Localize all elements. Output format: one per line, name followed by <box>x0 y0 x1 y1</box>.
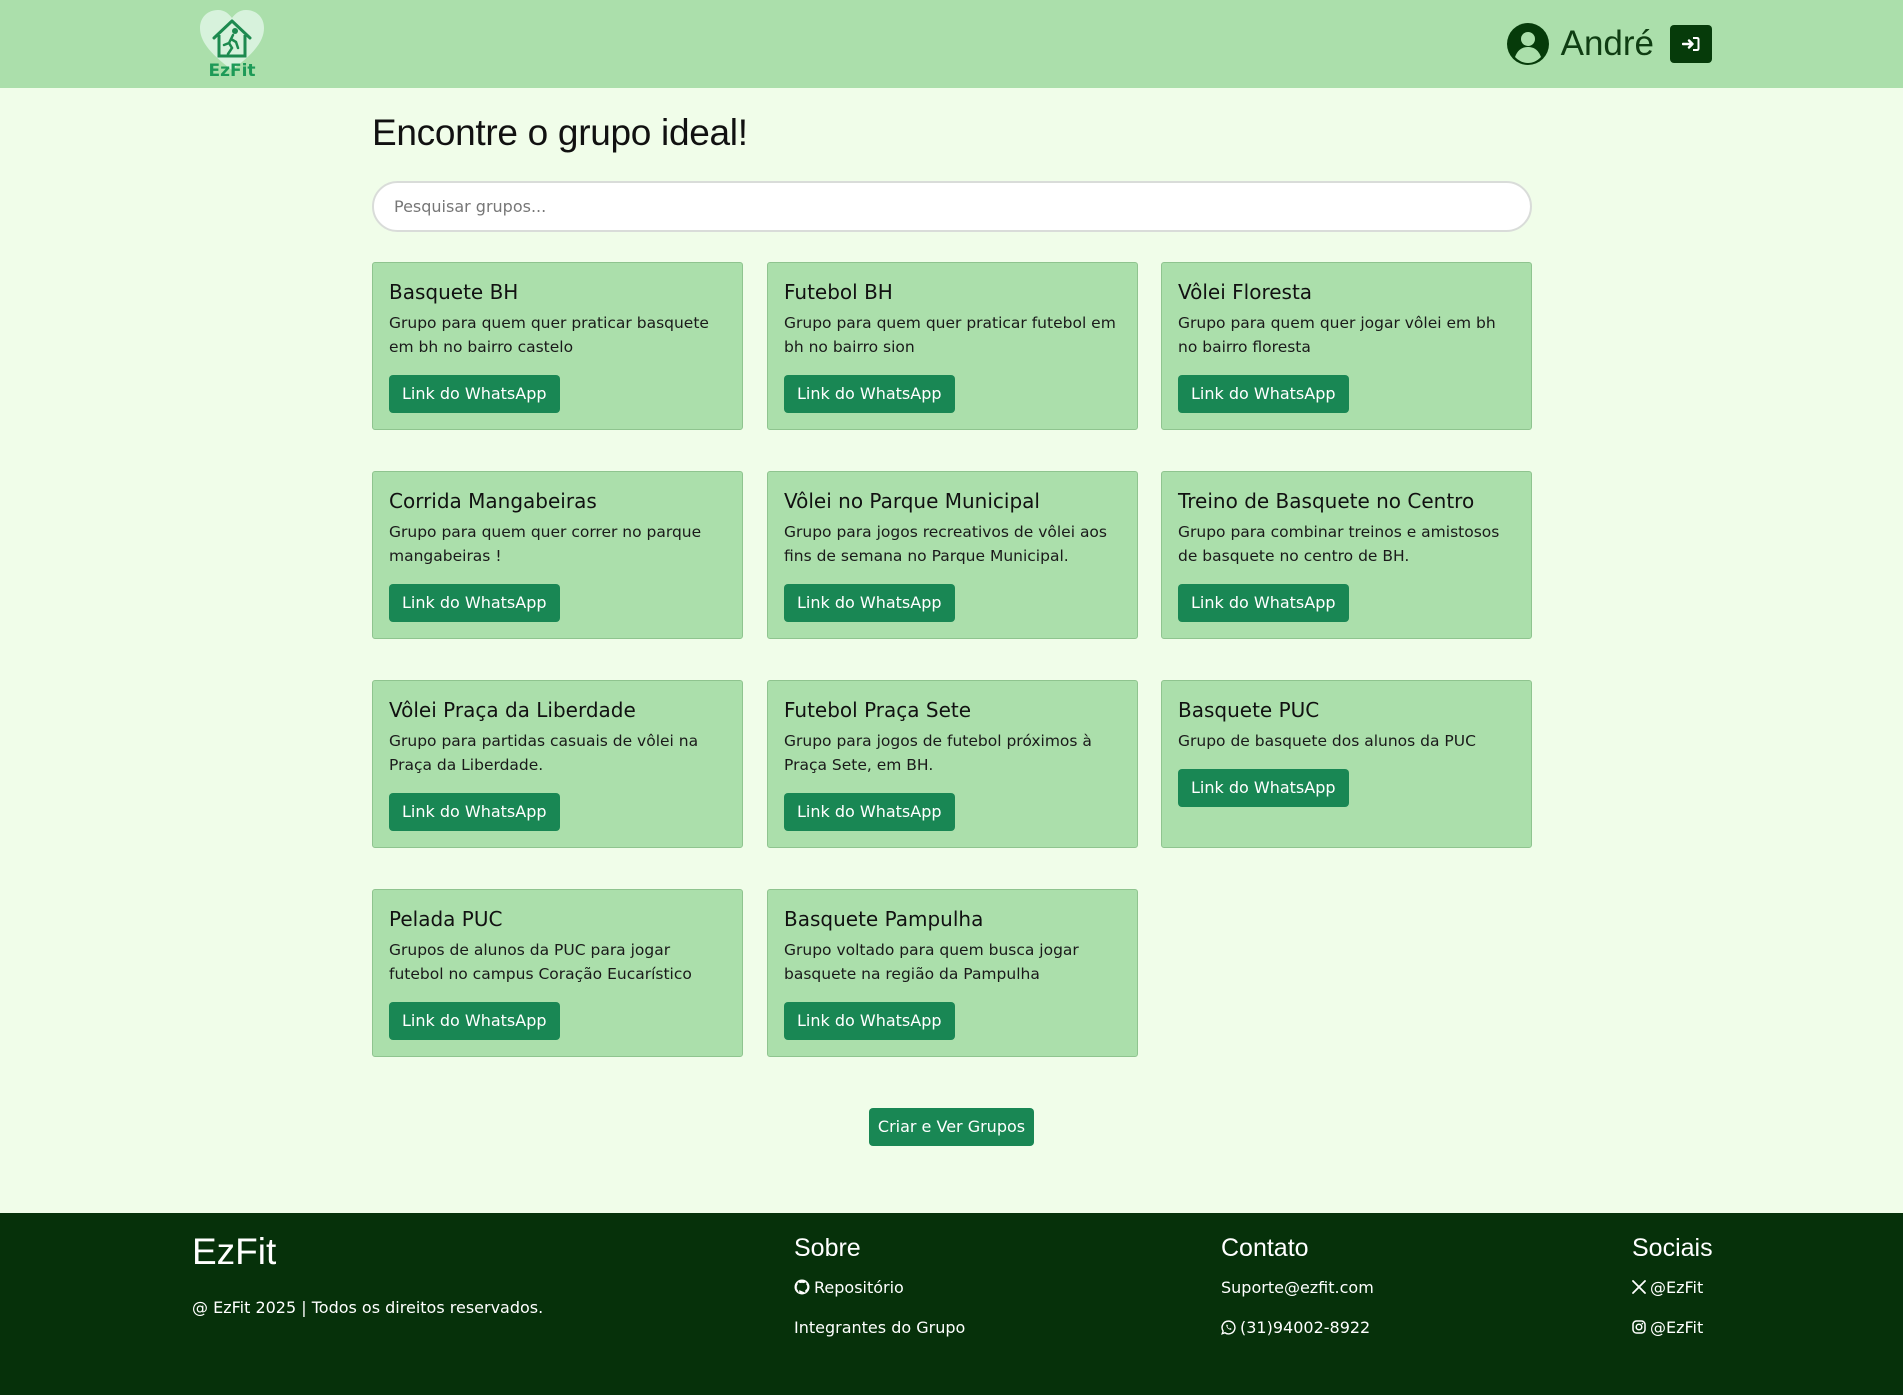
whatsapp-link-button[interactable]: Link do WhatsApp <box>784 375 955 413</box>
group-title: Basquete Pampulha <box>784 907 984 931</box>
group-title: Vôlei no Parque Municipal <box>784 489 1040 513</box>
group-title: Futebol Praça Sete <box>784 698 972 722</box>
instagram-social-label: @EzFit <box>1650 1317 1704 1337</box>
whatsapp-link-button[interactable]: Link do WhatsApp <box>389 793 560 831</box>
x-social-link[interactable]: @EzFit <box>1632 1275 1713 1299</box>
group-title: Vôlei Praça da Liberdade <box>389 698 636 722</box>
group-title: Corrida Mangabeiras <box>389 489 597 513</box>
group-card: Basquete PUC Grupo de basquete dos aluno… <box>1161 680 1532 848</box>
svg-text:EzFit: EzFit <box>208 61 255 78</box>
group-card: Futebol Praça Sete Grupo para jogos de f… <box>767 680 1138 848</box>
support-email-label: Suporte@ezfit.com <box>1221 1277 1374 1297</box>
footer-brand: EzFit <box>192 1231 277 1272</box>
phone-link[interactable]: (31)94002-8922 <box>1221 1315 1374 1339</box>
group-title: Futebol BH <box>784 280 893 304</box>
whatsapp-link-button[interactable]: Link do WhatsApp <box>1178 375 1349 413</box>
group-description: Grupo de basquete dos alunos da PUC <box>1178 732 1476 750</box>
whatsapp-link-button[interactable]: Link do WhatsApp <box>784 1002 955 1040</box>
group-description: Grupos de alunos da PUC para jogar futeb… <box>389 941 692 983</box>
whatsapp-link-button[interactable]: Link do WhatsApp <box>784 584 955 622</box>
group-card: Treino de Basquete no Centro Grupo para … <box>1161 471 1532 639</box>
phone-label: (31)94002-8922 <box>1240 1317 1371 1337</box>
whatsapp-link-button[interactable]: Link do WhatsApp <box>1178 584 1349 622</box>
page-title: Encontre o grupo ideal! <box>372 112 748 153</box>
logout-button[interactable] <box>1670 25 1712 63</box>
whatsapp-link-button[interactable]: Link do WhatsApp <box>1178 769 1349 807</box>
whatsapp-link-button[interactable]: Link do WhatsApp <box>389 584 560 622</box>
whatsapp-link-button[interactable]: Link do WhatsApp <box>389 1002 560 1040</box>
repository-label: Repositório <box>814 1277 904 1297</box>
footer: EzFit @ EzFit 2025 | Todos os direitos r… <box>0 1213 1903 1395</box>
footer-sobre: Sobre Repositório Integrantes do Grupo <box>794 1231 965 1339</box>
group-title: Treino de Basquete no Centro <box>1178 489 1475 513</box>
footer-sobre-title: Sobre <box>794 1234 861 1262</box>
user-area: André <box>1506 23 1712 65</box>
group-title: Pelada PUC <box>389 907 503 931</box>
instagram-social-link[interactable]: @EzFit <box>1632 1315 1713 1339</box>
sign-in-icon <box>1682 37 1700 51</box>
group-card: Corrida Mangabeiras Grupo para quem quer… <box>372 471 743 639</box>
group-title: Vôlei Floresta <box>1178 280 1313 304</box>
group-card: Basquete BH Grupo para quem quer pratica… <box>372 262 743 430</box>
group-title: Basquete BH <box>389 280 519 304</box>
footer-contato: Contato Suporte@ezfit.com (31)94002-8922 <box>1221 1231 1374 1339</box>
ezfit-logo[interactable]: EzFit <box>198 8 266 81</box>
user-circle-icon[interactable] <box>1506 23 1549 65</box>
group-description: Grupo para quem quer praticar futebol em… <box>784 314 1116 356</box>
repository-link[interactable]: Repositório <box>794 1275 965 1299</box>
x-twitter-icon <box>1632 1280 1646 1294</box>
group-description: Grupo para quem quer praticar basquete e… <box>389 314 709 356</box>
footer-sociais: Sociais @EzFit @EzFit <box>1632 1231 1713 1339</box>
footer-copyright: @ EzFit 2025 | Todos os direitos reserva… <box>192 1298 544 1317</box>
top-header: EzFit André <box>0 0 1903 88</box>
search-input[interactable] <box>372 181 1532 232</box>
group-card: Futebol BH Grupo para quem quer praticar… <box>767 262 1138 430</box>
instagram-icon <box>1632 1320 1646 1334</box>
support-email-link[interactable]: Suporte@ezfit.com <box>1221 1275 1374 1299</box>
footer-contato-title: Contato <box>1221 1234 1309 1262</box>
groups-grid: Basquete BH Grupo para quem quer pratica… <box>372 262 1532 1057</box>
whatsapp-link-button[interactable]: Link do WhatsApp <box>784 793 955 831</box>
group-description: Grupo para partidas casuais de vôlei na … <box>389 732 699 774</box>
group-description: Grupo para quem quer jogar vôlei em bh n… <box>1178 314 1496 356</box>
group-members-link[interactable]: Integrantes do Grupo <box>794 1315 965 1339</box>
group-description: Grupo voltado para quem busca jogar basq… <box>784 941 1079 983</box>
whatsapp-link-button[interactable]: Link do WhatsApp <box>389 375 560 413</box>
github-icon <box>794 1279 810 1295</box>
footer-sociais-title: Sociais <box>1632 1234 1713 1262</box>
group-description: Grupo para combinar treinos e amistosos … <box>1178 523 1500 565</box>
group-card: Basquete Pampulha Grupo voltado para que… <box>767 889 1138 1057</box>
group-description: Grupo para jogos recreativos de vôlei ao… <box>784 523 1107 565</box>
create-groups-button[interactable]: Criar e Ver Grupos <box>869 1108 1034 1146</box>
group-members-label: Integrantes do Grupo <box>794 1317 966 1337</box>
whatsapp-icon <box>1221 1319 1236 1335</box>
group-card: Vôlei no Parque Municipal Grupo para jog… <box>767 471 1138 639</box>
user-name: André <box>1560 24 1654 63</box>
group-description: Grupo para quem quer correr no parque ma… <box>389 523 702 565</box>
x-social-label: @EzFit <box>1650 1277 1704 1297</box>
group-card: Vôlei Floresta Grupo para quem quer joga… <box>1161 262 1532 430</box>
group-card: Vôlei Praça da Liberdade Grupo para part… <box>372 680 743 848</box>
group-title: Basquete PUC <box>1178 698 1320 722</box>
main-content: Encontre o grupo ideal! Basquete BH Grup… <box>372 88 1532 1057</box>
group-description: Grupo para jogos de futebol próximos à P… <box>784 732 1092 774</box>
group-card: Pelada PUC Grupos de alunos da PUC para … <box>372 889 743 1057</box>
